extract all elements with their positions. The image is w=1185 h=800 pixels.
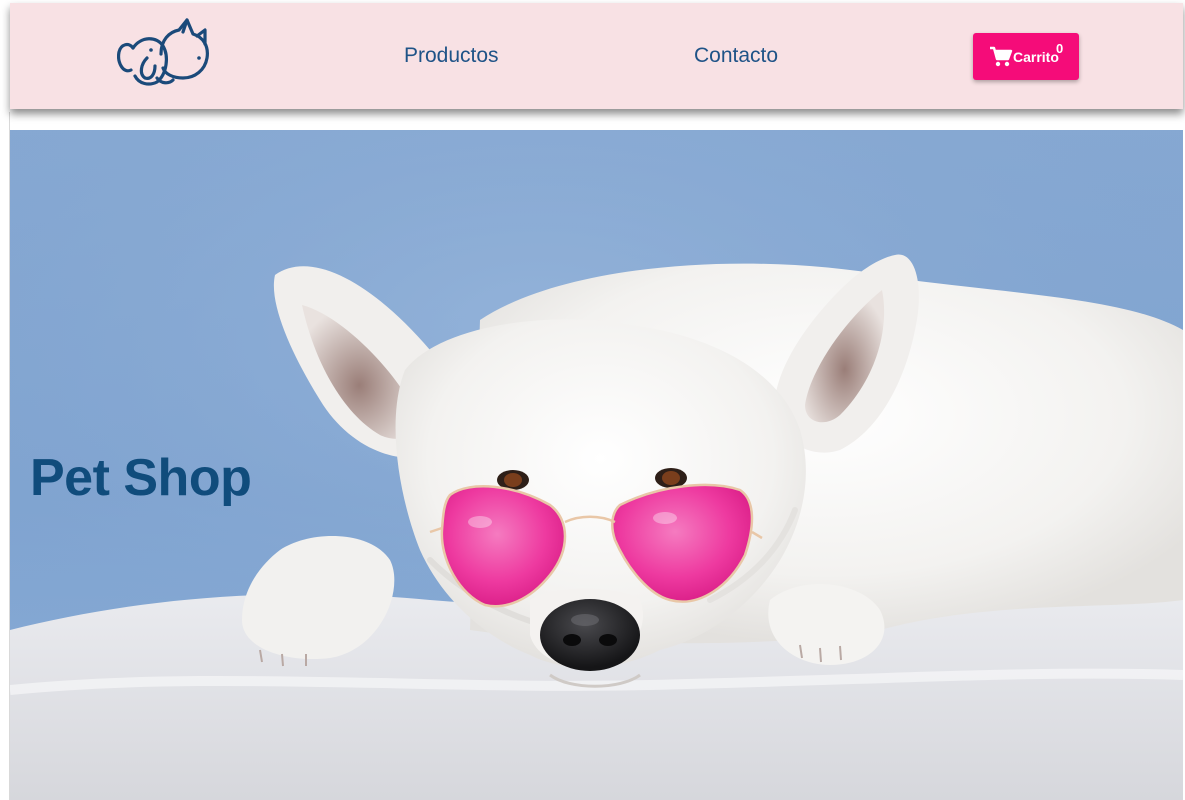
cart-count-badge: 0: [1056, 41, 1064, 56]
navbar: Productos Contacto Carrito 0: [10, 3, 1183, 109]
page: Productos Contacto Carrito 0 Pet Shop: [0, 0, 1185, 800]
cart-label: Carrito: [1013, 49, 1059, 65]
cart-button[interactable]: Carrito 0: [973, 33, 1079, 80]
dog-cat-logo-icon[interactable]: [117, 18, 213, 88]
nav-link-productos[interactable]: Productos: [404, 43, 499, 69]
shopping-cart-icon: [989, 46, 1013, 68]
hero-banner: Pet Shop: [10, 130, 1183, 800]
nav-link-contacto[interactable]: Contacto: [694, 43, 778, 69]
hero-title: Pet Shop: [30, 449, 252, 507]
